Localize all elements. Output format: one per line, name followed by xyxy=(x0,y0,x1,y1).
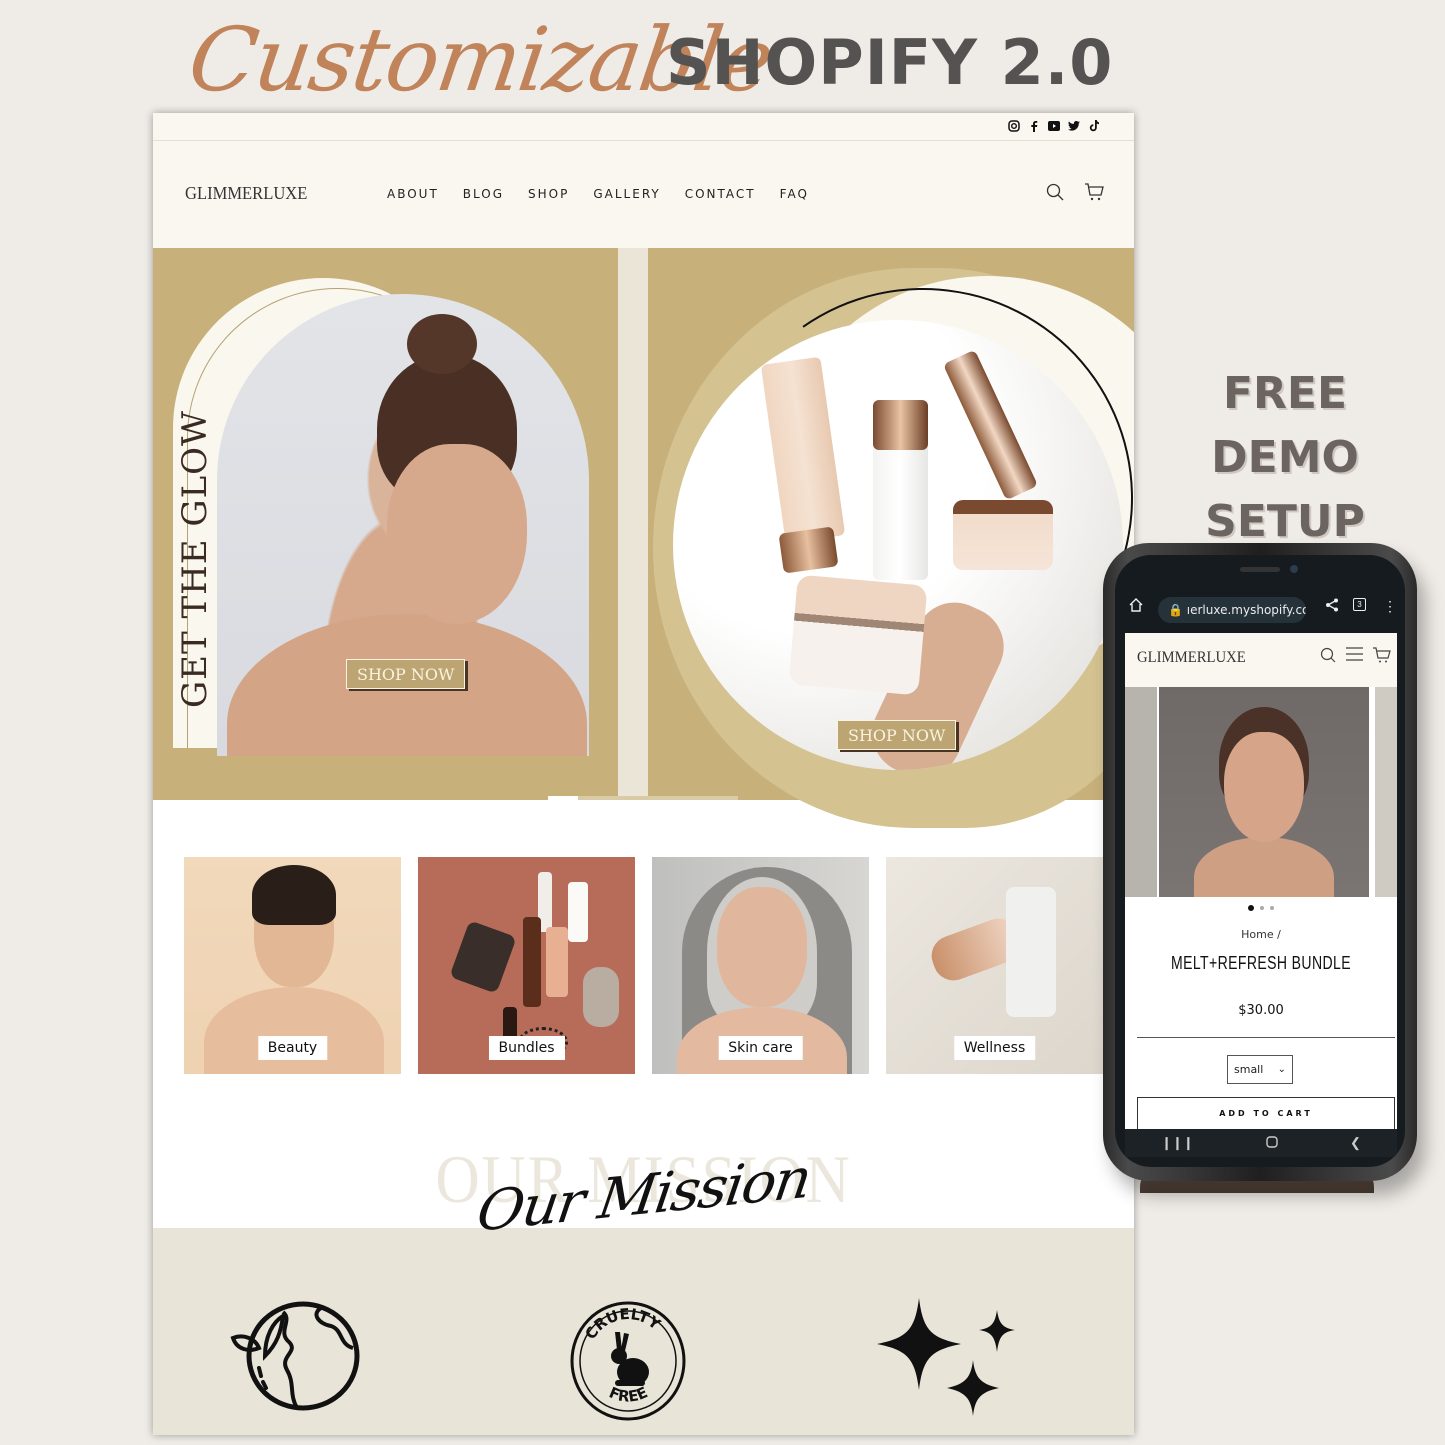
mobile-header: GLIMMERLUXE xyxy=(1125,633,1397,687)
hero-vertical-text: GET THE GLOW xyxy=(175,410,215,708)
collection-card-bundles[interactable]: Bundles xyxy=(418,857,635,1074)
variant-selected-value: small xyxy=(1234,1063,1264,1076)
svg-text:CRUELTY: CRUELTY xyxy=(581,1305,664,1343)
tabs-count-button[interactable]: 3 xyxy=(1353,598,1366,611)
slideshow-progress[interactable] xyxy=(548,796,738,800)
shop-now-button-left[interactable]: SHOP NOW xyxy=(346,659,466,689)
breadcrumb[interactable]: Home / xyxy=(1125,928,1397,941)
promo-side-line1: FREE DEMO xyxy=(1211,368,1359,483)
collection-label: Bundles xyxy=(488,1036,565,1060)
hero-divider xyxy=(618,248,648,800)
mobile-header-actions xyxy=(1320,647,1391,668)
phone-screen: 🔒 ıerluxe.myshopify.com 3 ⋮ GLIMMERLUXE xyxy=(1115,555,1405,1167)
badge-text-top: CRUELTY xyxy=(581,1305,664,1343)
gallery-dot[interactable] xyxy=(1260,906,1264,910)
sparkles-icon xyxy=(875,1298,1015,1435)
collection-card-skin-care[interactable]: Skin care xyxy=(652,857,869,1074)
slideshow-progress-active[interactable] xyxy=(548,796,578,800)
facebook-icon[interactable] xyxy=(1028,120,1040,132)
hero-products-photo xyxy=(673,320,1123,770)
product-image xyxy=(1159,687,1369,897)
nav-shop[interactable]: SHOP xyxy=(528,187,569,201)
shop-now-button-right[interactable]: SHOP NOW xyxy=(837,720,957,750)
collection-label: Wellness xyxy=(953,1036,1036,1060)
collection-card-wellness[interactable]: Wellness xyxy=(886,857,1103,1074)
nav-faq[interactable]: FAQ xyxy=(780,187,809,201)
back-icon[interactable]: ❮ xyxy=(1350,1135,1361,1151)
nav-gallery[interactable]: GALLERY xyxy=(593,187,660,201)
phone-mockup: 🔒 ıerluxe.myshopify.com 3 ⋮ GLIMMERLUXE xyxy=(1103,543,1417,1181)
gallery-prev-slide[interactable] xyxy=(1125,687,1157,897)
desktop-storefront: GLIMMERLUXE ABOUT BLOG SHOP GALLERY CONT… xyxy=(153,113,1134,1435)
cart-icon[interactable] xyxy=(1373,647,1391,668)
cruelty-free-bunny-icon: CRUELTY FREE xyxy=(563,1298,703,1435)
chevron-down-icon: ⌄ xyxy=(1277,1064,1286,1075)
url-text: ıerluxe.myshopify.com xyxy=(1186,603,1306,617)
search-icon[interactable] xyxy=(1046,183,1064,206)
collection-label: Skin care xyxy=(718,1036,803,1060)
collection-list: Beauty Bundles Skin care Wellness xyxy=(184,857,1103,1074)
collection-card-beauty[interactable]: Beauty xyxy=(184,857,401,1074)
mobile-brand-logo[interactable]: GLIMMERLUXE xyxy=(1137,649,1246,667)
lock-icon: 🔒 xyxy=(1168,603,1183,617)
mobile-product-page: GLIMMERLUXE Home / MELT+REFRESH BUNDLE $… xyxy=(1125,633,1397,1129)
eco-earth-leaf-icon xyxy=(225,1298,365,1435)
more-menu-icon[interactable]: ⋮ xyxy=(1383,598,1397,615)
android-nav-bar: ❙❙❙ ❮ xyxy=(1125,1129,1397,1157)
twitter-icon[interactable] xyxy=(1068,120,1080,132)
divider xyxy=(1137,1037,1395,1038)
instagram-icon[interactable] xyxy=(1008,120,1020,132)
nav-blog[interactable]: BLOG xyxy=(463,187,504,201)
announcement-bar xyxy=(153,113,1134,141)
product-price: $30.00 xyxy=(1238,1003,1284,1018)
recent-apps-icon[interactable]: ❙❙❙ xyxy=(1161,1135,1194,1151)
cart-icon[interactable] xyxy=(1084,183,1104,206)
gallery-dot-active[interactable] xyxy=(1248,905,1254,911)
header-actions xyxy=(1046,183,1104,206)
main-nav: ABOUT BLOG SHOP GALLERY CONTACT FAQ xyxy=(387,187,809,201)
variant-select[interactable]: small ⌄ xyxy=(1227,1055,1293,1084)
address-bar[interactable]: 🔒 ıerluxe.myshopify.com xyxy=(1158,597,1306,623)
brand-logo[interactable]: GLIMMERLUXE xyxy=(185,183,307,204)
promo-side-text: FREE DEMO SETUP xyxy=(1145,362,1425,554)
tiktok-icon[interactable] xyxy=(1088,120,1100,132)
collection-label: Beauty xyxy=(257,1036,328,1060)
home-button-icon[interactable] xyxy=(1266,1135,1278,1151)
promo-title: SHOPIFY 2.0 xyxy=(666,26,1114,99)
gallery-dot[interactable] xyxy=(1270,906,1274,910)
share-icon[interactable] xyxy=(1325,598,1339,615)
svg-text:FREE: FREE xyxy=(606,1383,650,1406)
browser-toolbar: 🔒 ıerluxe.myshopify.com 3 ⋮ xyxy=(1125,587,1397,631)
search-icon[interactable] xyxy=(1320,647,1336,668)
hero-slideshow: GET THE GLOW SHOP NOW SHOP NOW xyxy=(153,248,1134,828)
home-icon[interactable] xyxy=(1129,598,1143,615)
youtube-icon[interactable] xyxy=(1048,120,1060,132)
gallery-dots xyxy=(1125,905,1397,911)
social-links xyxy=(1008,120,1100,132)
phone-speaker xyxy=(1240,567,1280,572)
phone-camera xyxy=(1290,565,1298,573)
hamburger-menu-icon[interactable] xyxy=(1346,647,1363,668)
add-to-cart-button[interactable]: ADD TO CART xyxy=(1137,1097,1395,1129)
nav-about[interactable]: ABOUT xyxy=(387,187,439,201)
product-gallery[interactable] xyxy=(1125,687,1397,897)
badge-text-bottom: FREE xyxy=(606,1383,650,1406)
gallery-next-slide[interactable] xyxy=(1375,687,1397,897)
product-title: MELT+REFRESH BUNDLE xyxy=(1171,953,1351,973)
site-header: GLIMMERLUXE ABOUT BLOG SHOP GALLERY CONT… xyxy=(153,141,1134,248)
nav-contact[interactable]: CONTACT xyxy=(685,187,756,201)
